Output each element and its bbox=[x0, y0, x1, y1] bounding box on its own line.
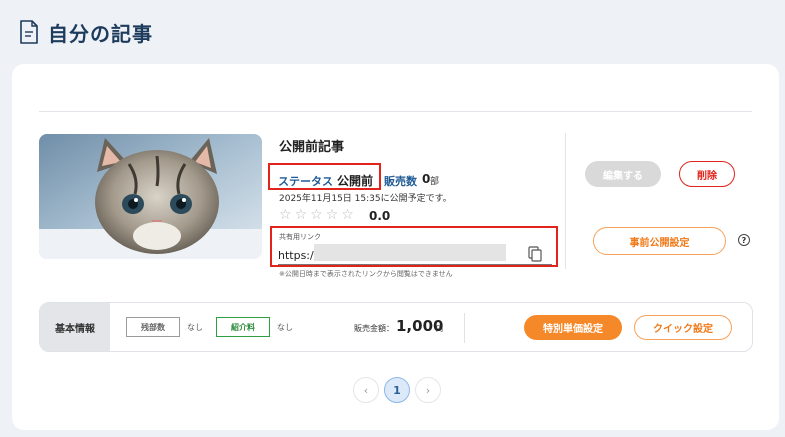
price-label: 販売金額： bbox=[354, 324, 394, 333]
delete-button[interactable]: 削除 bbox=[679, 161, 735, 187]
referral-fee-tag: 紹介料 bbox=[216, 317, 270, 337]
rating-value: 0.0 bbox=[369, 209, 391, 223]
article-card: 公開前記事 ステータス 公開前 販売数 0 部 2025年11月15日 15:3… bbox=[12, 64, 779, 430]
referral-fee-value: なし bbox=[277, 323, 293, 332]
pagination-page-current[interactable]: 1 bbox=[384, 377, 410, 403]
copy-icon[interactable] bbox=[528, 246, 542, 262]
pre-publish-settings-button[interactable]: 事前公開設定 bbox=[593, 227, 726, 255]
pagination-prev-button[interactable]: ‹ bbox=[353, 377, 379, 403]
top-divider bbox=[39, 111, 752, 112]
article-thumbnail[interactable] bbox=[39, 134, 262, 259]
edit-button[interactable]: 編集する bbox=[585, 161, 661, 187]
sales-count-label: 販売数 bbox=[384, 175, 417, 188]
publish-schedule-text: 2025年11月15日 15:35に公開予定です。 bbox=[279, 194, 452, 204]
basic-info-bar: 基本情報 残部数 なし 紹介料 なし 販売金額： 1,000 円 特別単価設定 … bbox=[39, 302, 753, 352]
document-icon bbox=[20, 20, 38, 44]
quick-settings-button[interactable]: クイック設定 bbox=[634, 315, 732, 340]
star-icon: ☆ bbox=[279, 207, 292, 223]
price-unit: 円 bbox=[436, 325, 443, 333]
kitten-image bbox=[39, 134, 262, 259]
share-link-label: 共有用リンク bbox=[279, 233, 321, 241]
star-icon: ☆ bbox=[341, 207, 354, 223]
vertical-divider bbox=[565, 133, 566, 269]
remaining-stock-tag: 残部数 bbox=[126, 317, 180, 337]
star-icon: ☆ bbox=[294, 207, 308, 223]
page-header: 自分の記事 bbox=[18, 16, 153, 48]
share-link-underline bbox=[278, 264, 552, 265]
share-link-redacted-url[interactable] bbox=[314, 244, 506, 261]
share-link-prefix[interactable]: https:// bbox=[278, 249, 317, 262]
help-icon[interactable]: ? bbox=[738, 234, 750, 246]
article-title[interactable]: 公開前記事 bbox=[279, 136, 344, 155]
basic-info-label: 基本情報 bbox=[40, 303, 110, 351]
status-value: 公開前 bbox=[337, 174, 374, 188]
info-bar-divider bbox=[464, 313, 465, 343]
pagination: ‹ 1 › bbox=[353, 377, 441, 403]
remaining-stock-value: なし bbox=[187, 323, 203, 332]
sales-count-unit: 部 bbox=[430, 177, 440, 187]
page-title: 自分の記事 bbox=[48, 21, 153, 46]
special-price-settings-button[interactable]: 特別単価設定 bbox=[524, 315, 622, 340]
pagination-next-button[interactable]: › bbox=[415, 377, 441, 403]
rating-stars: ☆ ☆ ☆ ☆ ☆ bbox=[279, 207, 354, 223]
share-link-note: ※公開日時まで表示されたリンクから閲覧はできません bbox=[279, 270, 453, 278]
star-icon: ☆ bbox=[310, 207, 323, 223]
status-label: ステータス bbox=[278, 175, 333, 188]
star-icon: ☆ bbox=[325, 207, 339, 223]
